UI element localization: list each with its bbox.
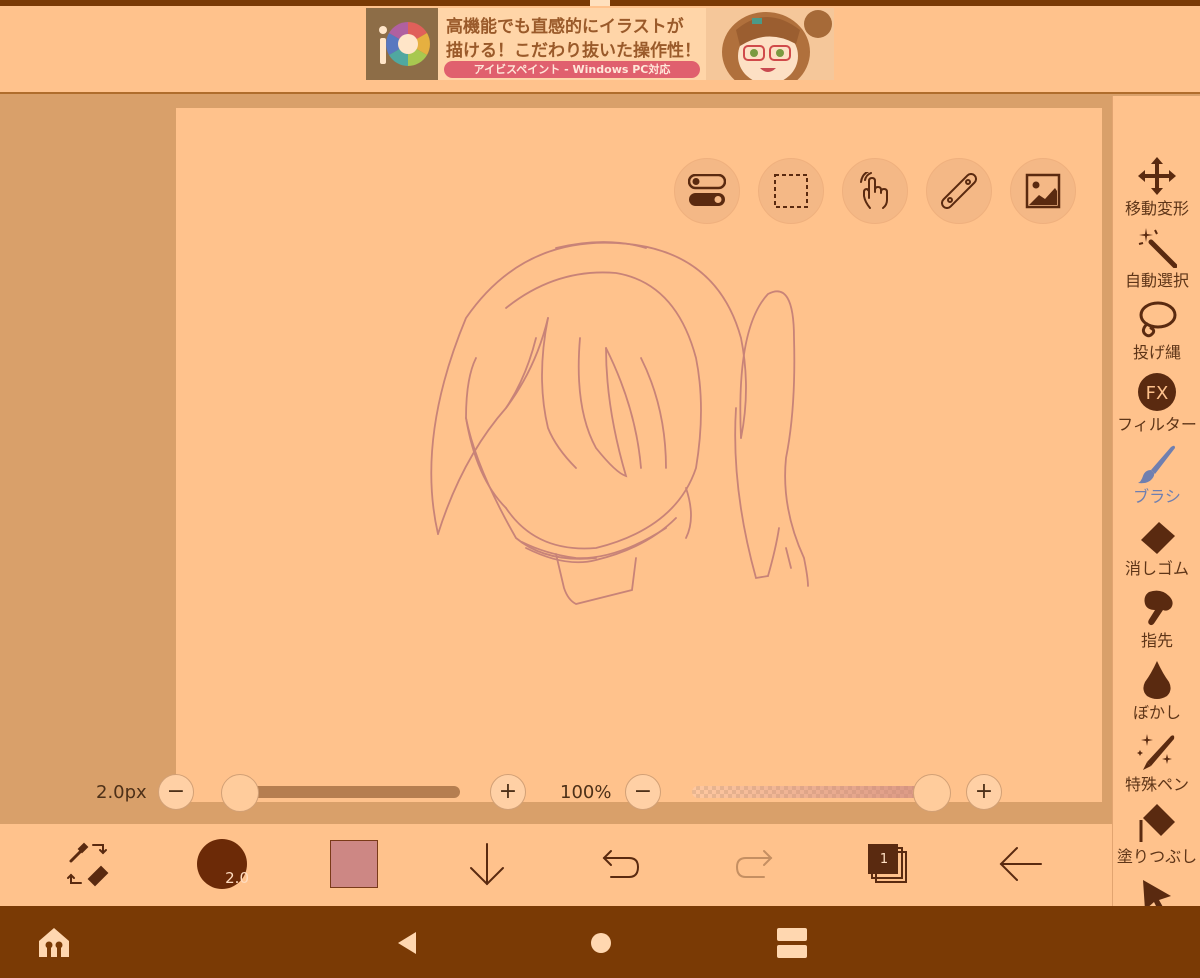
nav-back-button[interactable] — [392, 928, 422, 958]
nav-recents-button[interactable] — [772, 924, 812, 962]
ad-headline: 高機能でも直感的にイラストが — [446, 17, 684, 37]
touch-gesture-icon — [860, 172, 888, 209]
tool-blur[interactable]: ぼかし — [1113, 660, 1200, 732]
fill-bucket-icon — [1137, 804, 1177, 844]
ad-subheadline: 描ける！こだわり抜いた操作性！ — [446, 41, 701, 61]
undo-button[interactable] — [591, 834, 651, 894]
arrow-left-icon — [999, 847, 1042, 881]
ad-bar: 高機能でも直感的にイラストが 描ける！こだわり抜いた操作性！ アイビスペイント … — [0, 6, 1200, 94]
ruler-icon — [941, 173, 977, 209]
opacity-plus-button[interactable]: + — [966, 774, 1002, 810]
tool-lasso[interactable]: 投げ縄 — [1113, 300, 1200, 372]
blur-drop-icon — [1137, 660, 1177, 700]
special-pen-icon — [1137, 732, 1177, 772]
move-transform-icon — [1137, 156, 1177, 196]
tool-label: ブラシ — [1133, 487, 1181, 506]
opacity-label: 100% — [560, 782, 612, 803]
finger-smudge-icon — [1137, 588, 1177, 628]
save-down-button[interactable] — [457, 834, 517, 894]
brush-size-plus-button[interactable]: + — [490, 774, 526, 810]
ad-character-illustration — [706, 8, 834, 80]
swap-brush-eraser-icon — [67, 842, 109, 887]
reference-image-icon — [1025, 173, 1061, 209]
back-button[interactable] — [991, 834, 1051, 894]
tool-label: 塗りつぶし — [1116, 847, 1198, 866]
bottom-toolbar — [0, 824, 1112, 906]
toggle-icon — [688, 174, 726, 206]
layers-button[interactable]: 1 — [858, 834, 918, 894]
filter-fx-icon: FX — [1137, 372, 1177, 412]
tool-label: 投げ縄 — [1132, 343, 1181, 362]
select-arrow-icon — [1137, 878, 1177, 906]
swap-brush-eraser-button[interactable] — [58, 834, 118, 894]
opacity-slider-knob[interactable] — [913, 774, 951, 812]
eraser-icon — [1137, 516, 1177, 556]
undo-icon — [602, 850, 640, 878]
brush-size-slider-knob[interactable] — [221, 774, 259, 812]
tool-label: 消しゴム — [1124, 559, 1189, 578]
tool-magic-wand[interactable]: 自動選択 — [1113, 228, 1200, 300]
tool-label: フィルター — [1117, 415, 1197, 434]
redo-button[interactable] — [724, 834, 784, 894]
arrow-down-icon — [470, 843, 504, 886]
selection-layer-button[interactable] — [758, 158, 824, 224]
current-color-swatch — [330, 840, 378, 888]
reference-image-button[interactable] — [1010, 158, 1076, 224]
tool-label: ぼかし — [1132, 703, 1181, 722]
tool-label: 移動変形 — [1124, 199, 1189, 218]
nav-home-button[interactable] — [586, 928, 616, 958]
layer-count: 1 — [879, 852, 889, 867]
tool-label: 指先 — [1140, 631, 1173, 650]
brush-preview-dot: 2.0 — [197, 839, 249, 889]
tool-sidebar: 移動変形 自動選択 投げ縄 FX フィルター ブラシ 消しゴム 指先 ぼかし 特… — [1112, 96, 1200, 906]
redo-icon — [735, 850, 773, 878]
touch-gesture-button[interactable] — [842, 158, 908, 224]
opacity-slider-track[interactable] — [692, 786, 932, 798]
tool-select-arrow[interactable] — [1113, 878, 1200, 906]
ibis-home-button[interactable] — [36, 924, 72, 960]
toggle-button[interactable] — [674, 158, 740, 224]
nav-recents-icon — [777, 928, 807, 958]
svg-text:FX: FX — [1146, 383, 1169, 404]
ibis-paint-logo-icon — [366, 8, 438, 80]
brush-size-slider-track[interactable] — [238, 786, 460, 798]
brush-icon — [1137, 444, 1177, 484]
selection-rect-icon — [774, 174, 808, 208]
tool-move-transform[interactable]: 移動変形 — [1113, 156, 1200, 228]
lasso-icon — [1137, 300, 1177, 340]
brush-size-text: 2.0 — [225, 869, 249, 887]
color-button[interactable] — [324, 834, 384, 894]
tool-brush[interactable]: ブラシ — [1113, 444, 1200, 516]
ruler-button[interactable] — [926, 158, 992, 224]
opacity-minus-button[interactable]: − — [625, 774, 661, 810]
tool-label: 自動選択 — [1124, 271, 1189, 290]
nav-home-icon — [591, 933, 611, 953]
tool-finger[interactable]: 指先 — [1113, 588, 1200, 660]
brush-size-label: 2.0px — [96, 782, 147, 803]
tool-fill[interactable]: 塗りつぶし — [1113, 804, 1200, 876]
tool-eraser[interactable]: 消しゴム — [1113, 516, 1200, 588]
nav-back-icon — [398, 932, 416, 954]
home-palette-icon — [39, 928, 69, 957]
system-nav-bar — [0, 906, 1200, 978]
tool-special-pen[interactable]: 特殊ペン — [1113, 732, 1200, 804]
ad-banner[interactable]: 高機能でも直感的にイラストが 描ける！こだわり抜いた操作性！ アイビスペイント … — [366, 8, 834, 80]
ad-pill-label: アイビスペイント - Windows PC対応 — [444, 61, 700, 78]
brush-size-preview-button[interactable]: 2.0 — [192, 834, 252, 894]
brush-size-minus-button[interactable]: − — [158, 774, 194, 810]
tool-filter[interactable]: FX フィルター — [1113, 372, 1200, 444]
tool-label: 特殊ペン — [1124, 775, 1189, 794]
magic-wand-icon — [1137, 228, 1177, 268]
